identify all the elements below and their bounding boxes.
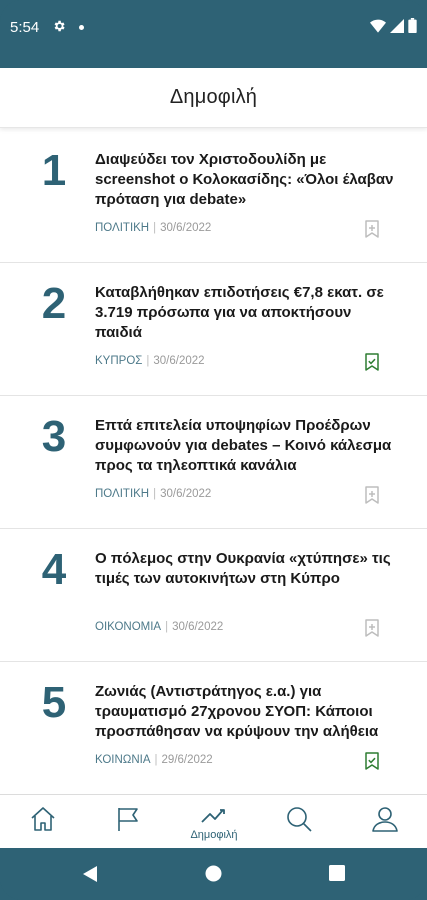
article-category[interactable]: ΟΙΚΟΝΟΜΙΑ [95,621,161,633]
back-icon[interactable] [82,865,98,883]
battery-icon [408,18,417,33]
bookmark-saved-icon[interactable] [364,752,380,770]
wifi-icon [370,19,386,33]
article-date: 30/6/2022 [153,355,205,367]
system-navigation-bar [0,848,427,900]
article-meta: ΟΙΚΟΝΟΜΙΑ | 30/6/2022 [95,621,223,633]
bottom-navigation: Δημοφιλή [0,794,427,848]
app-content: Δημοφιλή 1 Διαψεύδει τον Χριστοδουλίδη μ… [0,68,427,848]
meta-separator: | [154,754,158,766]
phone-screen: 5:54 Δημοφιλή 1 Διαψεύδει τον Χριστοδουλ… [0,0,427,900]
article-item[interactable]: 5 Ζωνιάς (Αντιστράτηγος ε.α.) για τραυμα… [0,662,427,795]
search-icon [287,807,312,832]
article-meta: ΠΟΛΙΤΙΚΗ | 30/6/2022 [95,222,211,234]
nav-popular[interactable]: Δημοφιλή [184,795,244,849]
article-category[interactable]: ΠΟΛΙΤΙΚΗ [95,488,149,500]
article-title[interactable]: Ο πόλεμος στην Ουκρανία «χτύπησε» τις τι… [95,549,400,589]
article-rank: 2 [41,279,67,328]
article-title[interactable]: Επτά επιτελεία υποψηφίων Προέδρων συμφων… [95,416,400,476]
recents-icon[interactable] [329,865,345,881]
status-bar: 5:54 [0,0,427,58]
meta-separator: | [165,621,169,633]
article-category[interactable]: ΚΥΠΡΟΣ [95,355,142,367]
nav-popular-label: Δημοφιλή [190,829,238,841]
meta-separator: | [153,222,157,234]
article-meta: ΠΟΛΙΤΙΚΗ | 30/6/2022 [95,488,211,500]
bookmark-add-icon[interactable] [364,486,380,504]
user-icon [372,807,398,832]
status-indicators [370,18,417,33]
meta-separator: | [146,355,150,367]
article-category[interactable]: ΠΟΛΙΤΙΚΗ [95,222,149,234]
article-item[interactable]: 1 Διαψεύδει τον Χριστοδουλίδη με screens… [0,130,427,263]
nav-home[interactable] [13,795,73,849]
article-meta: ΚΥΠΡΟΣ | 30/6/2022 [95,355,205,367]
article-date: 30/6/2022 [160,488,212,500]
page-title: Δημοφιλή [169,86,258,108]
nav-search[interactable] [269,795,329,849]
article-title[interactable]: Καταβλήθηκαν επιδοτήσεις €7,8 εκατ. σε 3… [95,283,400,343]
article-rank: 3 [41,412,67,461]
flag-icon [118,808,138,831]
meta-separator: | [153,488,157,500]
article-date: 30/6/2022 [160,222,212,234]
nav-categories[interactable] [98,795,158,849]
settings-notification-icon [54,20,65,32]
article-rank: 4 [41,545,67,594]
home-icon [31,807,55,831]
nav-profile[interactable] [355,795,415,849]
home-button-icon[interactable] [205,865,222,882]
article-item[interactable]: 3 Επτά επιτελεία υποψηφίων Προέδρων συμφ… [0,396,427,529]
article-category[interactable]: ΚΟΙΝΩΝΙΑ [95,754,151,766]
article-title[interactable]: Ζωνιάς (Αντιστράτηγος ε.α.) για τραυματι… [95,682,400,742]
cell-signal-icon [390,18,404,33]
notification-dot-icon [79,25,84,30]
bookmark-add-icon[interactable] [364,220,380,238]
trending-icon [201,809,225,823]
bookmark-add-icon[interactable] [364,619,380,637]
article-meta: ΚΟΙΝΩΝΙΑ | 29/6/2022 [95,754,213,766]
app-header: Δημοφιλή [0,68,427,128]
article-rank: 1 [41,146,67,195]
status-time: 5:54 [10,19,40,36]
article-rank: 5 [41,678,67,727]
article-date: 29/6/2022 [161,754,213,766]
bookmark-saved-icon[interactable] [364,353,380,371]
popular-articles-list[interactable]: 1 Διαψεύδει τον Χριστοδουλίδη με screens… [0,130,427,795]
article-item[interactable]: 4 Ο πόλεμος στην Ουκρανία «χτύπησε» τις … [0,529,427,662]
article-date: 30/6/2022 [172,621,224,633]
article-item[interactable]: 2 Καταβλήθηκαν επιδοτήσεις €7,8 εκατ. σε… [0,263,427,396]
article-title[interactable]: Διαψεύδει τον Χριστοδουλίδη με screensho… [95,150,400,210]
